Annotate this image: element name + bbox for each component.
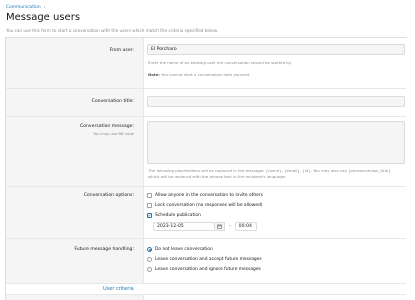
leave-ignore-radio[interactable] [147, 267, 152, 272]
note-label: Note: [148, 72, 160, 77]
calendar-icon [217, 224, 222, 229]
from-user-input[interactable]: El Porcharo [147, 44, 405, 55]
future-message-handling-label: Future message handling: [74, 247, 134, 252]
conversation-title-input[interactable] [147, 96, 405, 107]
row-separator [6, 88, 406, 89]
breadcrumb-separator: › [43, 5, 46, 10]
conversation-options-label: Conversation options: [83, 193, 134, 198]
option-leave-accept[interactable]: Leave conversation and accept future mes… [147, 257, 262, 262]
do-not-leave-radio[interactable] [147, 247, 152, 252]
option-do-not-leave[interactable]: Do not leave conversation [147, 247, 213, 252]
leave-ignore-label: Leave conversation and ignore future mes… [155, 267, 261, 272]
leave-accept-radio[interactable] [147, 257, 152, 262]
option-schedule-publication[interactable]: ✔ Schedule publication [147, 213, 201, 218]
time-separator: - [229, 224, 231, 229]
schedule-publication-label: Schedule publication [155, 213, 201, 218]
checkmark-icon: ✔ [147, 213, 152, 218]
allow-invite-label: Allow anyone in the conversation to invi… [155, 193, 263, 198]
calendar-button[interactable] [215, 222, 225, 231]
row-separator [6, 238, 406, 239]
schedule-publication-checkbox[interactable]: ✔ [147, 213, 152, 218]
from-user-label: From user: [109, 48, 134, 53]
conversation-message-hint-line2: which will be replaced with the phrase t… [148, 174, 287, 179]
schedule-time-input[interactable]: 00:04 [234, 222, 257, 231]
leave-accept-label: Leave conversation and accept future mes… [155, 257, 262, 262]
criteria-tabbar: User criteria [6, 283, 406, 295]
breadcrumb: Communication › [6, 5, 45, 10]
conversation-message-sublabel: You may use BB code [93, 131, 134, 136]
page-title: Message users [6, 12, 81, 23]
page-description: You can use this form to start a convers… [6, 28, 219, 33]
conversation-title-label: Conversation title: [91, 99, 134, 104]
option-leave-ignore[interactable]: Leave conversation and ignore future mes… [147, 267, 261, 272]
row-separator [6, 116, 406, 117]
lock-conversation-checkbox[interactable] [147, 203, 152, 208]
conversation-message-hint-line1: The following placeholders will be repla… [148, 168, 391, 173]
message-users-form: From user: El Porcharo Enter the name of… [5, 37, 407, 300]
from-user-note: Note: You cannot start a conversation wi… [148, 72, 250, 77]
breadcrumb-link-communication[interactable]: Communication [6, 5, 41, 10]
note-text: You cannot start a conversation with you… [161, 72, 251, 77]
schedule-datetime: 2023-12-05 - 00:04 [153, 222, 257, 231]
row-separator [6, 186, 406, 187]
conversation-message-label: Conversation message: [79, 124, 134, 129]
schedule-date-input[interactable]: 2023-12-05 [153, 222, 215, 231]
tab-user-criteria[interactable]: User criteria [103, 286, 134, 292]
option-allow-invite[interactable]: Allow anyone in the conversation to invi… [147, 193, 263, 198]
option-lock-conversation[interactable]: Lock conversation (no responses will be … [147, 203, 263, 208]
do-not-leave-label: Do not leave conversation [155, 247, 213, 252]
lock-conversation-label: Lock conversation (no responses will be … [155, 203, 263, 208]
conversation-message-textarea[interactable] [147, 121, 405, 164]
from-user-hint: Enter the name of an existing user the c… [148, 60, 292, 65]
allow-invite-checkbox[interactable] [147, 193, 152, 198]
